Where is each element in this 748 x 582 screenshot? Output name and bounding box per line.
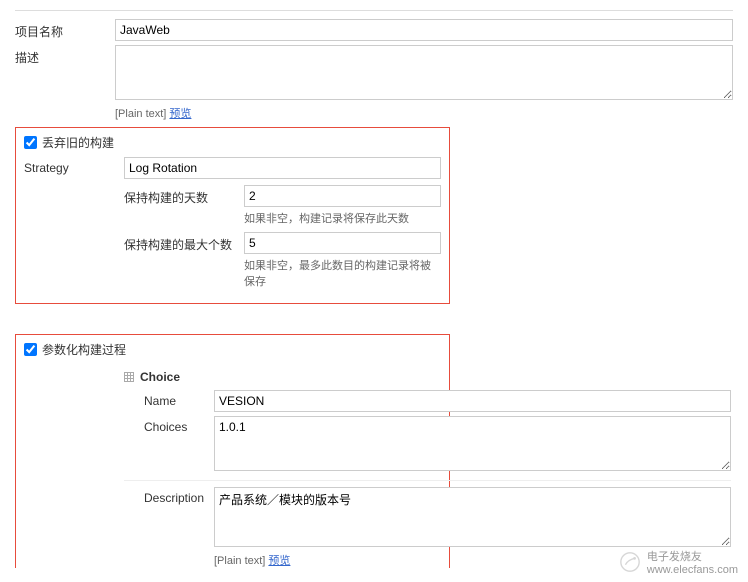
param-plain-text-label: [Plain text]: [214, 555, 265, 567]
days-to-keep-label: 保持构建的天数: [124, 185, 244, 206]
plain-text-label: [Plain text]: [115, 108, 166, 120]
param-choices-textarea[interactable]: [214, 416, 731, 471]
param-desc-textarea[interactable]: [214, 487, 731, 547]
drag-handle-icon[interactable]: [124, 372, 134, 382]
watermark: 电子发烧友 www.elecfans.com: [619, 548, 738, 576]
param-desc-label: Description: [124, 487, 214, 505]
logo-icon: [619, 551, 641, 573]
watermark-brand: 电子发烧友: [647, 548, 738, 564]
param-name-label: Name: [124, 390, 214, 408]
discard-old-builds-label: 丢弃旧的构建: [42, 134, 114, 151]
watermark-url: www.elecfans.com: [647, 564, 738, 576]
param-preview-link[interactable]: 预览: [268, 555, 290, 567]
days-to-keep-help: 如果非空，构建记录将保存此天数: [244, 210, 441, 226]
parameterized-build-label: 参数化构建过程: [42, 341, 126, 358]
parameterized-build-checkbox[interactable]: [24, 343, 37, 356]
project-desc-label: 描述: [15, 45, 115, 66]
preview-link[interactable]: 预览: [169, 108, 191, 120]
strategy-select[interactable]: [124, 157, 441, 179]
project-name-input[interactable]: [115, 19, 733, 41]
max-builds-label: 保持构建的最大个数: [124, 232, 244, 253]
days-to-keep-input[interactable]: [244, 185, 441, 207]
max-builds-help: 如果非空，最多此数目的构建记录将被保存: [244, 257, 441, 289]
project-name-label: 项目名称: [15, 19, 115, 40]
param-name-input[interactable]: [214, 390, 731, 412]
choice-title: Choice: [140, 370, 180, 384]
param-choices-label: Choices: [124, 416, 214, 434]
max-builds-input[interactable]: [244, 232, 441, 254]
project-desc-textarea[interactable]: [115, 45, 733, 100]
discard-old-builds-checkbox[interactable]: [24, 136, 37, 149]
strategy-label: Strategy: [24, 157, 124, 175]
